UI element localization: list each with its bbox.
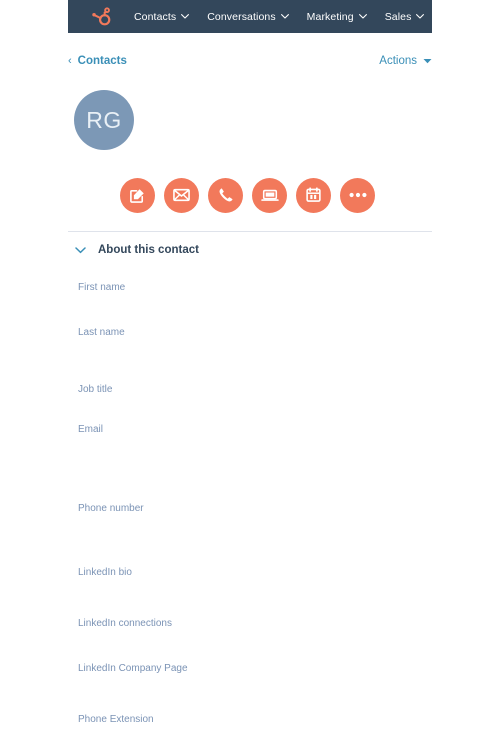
- breadcrumb-back-to-contacts[interactable]: ‹ Contacts: [68, 55, 127, 67]
- property-last-name[interactable]: Last name: [78, 327, 125, 347]
- property-value-clip: [78, 299, 125, 302]
- email-button[interactable]: [164, 177, 199, 213]
- property-value-clip: [78, 731, 154, 734]
- property-value-clip: [78, 635, 172, 638]
- meeting-button[interactable]: [296, 177, 331, 213]
- property-linkedin-company-page[interactable]: LinkedIn Company Page: [78, 663, 188, 683]
- chevron-down-icon: [280, 14, 289, 19]
- actions-dropdown[interactable]: Actions: [379, 55, 432, 67]
- property-label: Job title: [78, 384, 113, 395]
- property-label: LinkedIn connections: [78, 618, 172, 629]
- property-linkedin-bio[interactable]: LinkedIn bio: [78, 567, 132, 587]
- property-value-clip: [78, 401, 112, 404]
- call-button[interactable]: [208, 177, 243, 213]
- caret-down-icon: [423, 55, 432, 67]
- phone-icon: [218, 187, 234, 203]
- property-email[interactable]: Email: [78, 424, 103, 444]
- property-label: LinkedIn Company Page: [78, 663, 188, 674]
- about-section-title: About this contact: [98, 244, 199, 256]
- chevron-down-icon: [72, 246, 88, 254]
- nav-item-label: Conversations: [207, 10, 276, 23]
- nav-item-contacts[interactable]: Contacts: [134, 10, 190, 23]
- note-button[interactable]: [120, 177, 155, 213]
- property-value-clip: [78, 520, 144, 523]
- property-value-clip: [78, 680, 188, 683]
- property-value-clip: [78, 441, 103, 444]
- property-value-clip: [78, 344, 125, 347]
- property-job-title[interactable]: Job title: [78, 384, 112, 404]
- avatar-initials: RG: [86, 106, 122, 133]
- nav-menu: Contacts Conversations Marketing Sales: [134, 11, 442, 23]
- property-linkedin-connections[interactable]: LinkedIn connections: [78, 618, 172, 638]
- subheader-bar: ‹ Contacts Actions: [68, 50, 432, 72]
- about-section-toggle[interactable]: About this contact: [72, 244, 199, 256]
- property-label: First name: [78, 282, 126, 293]
- nav-item-sales[interactable]: Sales: [385, 11, 425, 23]
- note-edit-icon: [129, 187, 146, 204]
- hubspot-sprocket-logo-icon[interactable]: [90, 6, 112, 28]
- property-label: Phone number: [78, 503, 144, 514]
- property-label: Last name: [78, 327, 125, 338]
- nav-item-label: Sales: [384, 10, 412, 23]
- calendar-icon: [306, 187, 321, 203]
- nav-item-label: Marketing: [306, 10, 354, 23]
- property-first-name[interactable]: First name: [78, 282, 125, 302]
- chevron-down-icon: [416, 14, 425, 19]
- property-phone-number[interactable]: Phone number: [78, 503, 144, 523]
- top-navigation-bar: Contacts Conversations Marketing Sales: [68, 0, 432, 33]
- property-phone-extension[interactable]: Phone Extension: [78, 714, 154, 734]
- log-activity-button[interactable]: [252, 177, 287, 213]
- nav-item-marketing[interactable]: Marketing: [307, 11, 367, 23]
- more-actions-button[interactable]: [340, 177, 375, 213]
- chevron-down-icon: [181, 14, 190, 19]
- envelope-icon: [173, 188, 190, 202]
- property-label: LinkedIn bio: [78, 567, 132, 578]
- property-label: Phone Extension: [78, 714, 154, 725]
- section-divider: [68, 231, 432, 232]
- laptop-icon: [260, 188, 279, 203]
- property-label: Email: [78, 424, 104, 435]
- avatar[interactable]: RG: [74, 90, 134, 150]
- actions-label: Actions: [379, 55, 417, 67]
- breadcrumb-label: Contacts: [77, 55, 127, 67]
- ellipsis-icon: [349, 192, 367, 198]
- property-value-clip: [78, 584, 132, 587]
- nav-item-conversations[interactable]: Conversations: [207, 10, 289, 23]
- chevron-left-icon: ‹: [68, 54, 72, 67]
- nav-item-label: Contacts: [134, 10, 177, 23]
- chevron-down-icon: [358, 14, 367, 19]
- quick-actions-row: [120, 177, 385, 213]
